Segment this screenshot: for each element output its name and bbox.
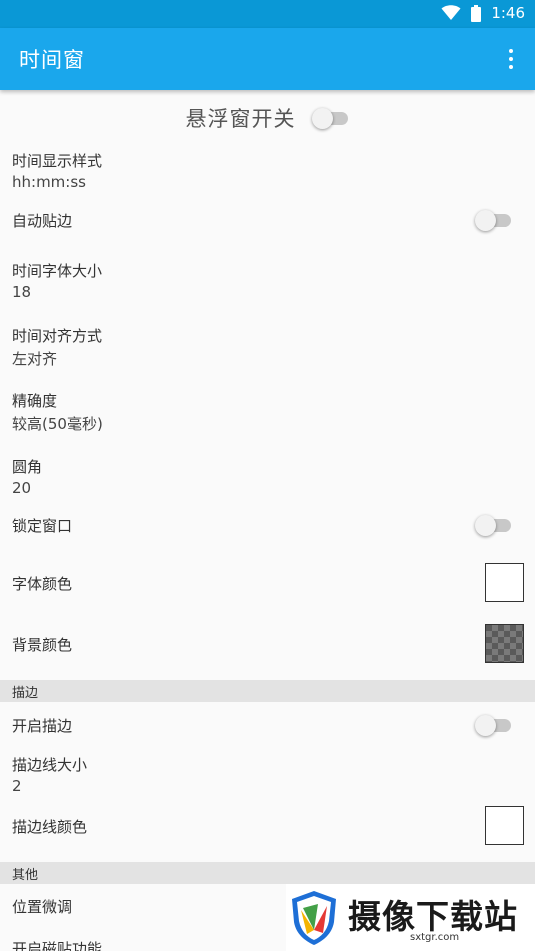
pref-value: 20 [12,479,32,497]
pref-time-style[interactable]: 时间显示样式 hh:mm:ss [0,146,535,198]
pref-stroke-color[interactable]: 描边线颜色 [0,803,535,849]
floating-window-switch[interactable] [311,107,350,129]
pref-bg-color[interactable]: 背景颜色 [0,621,535,667]
pref-title: 开启描边 [12,717,73,735]
status-icons: 1:46 [441,4,525,22]
section-header-stroke: 描边 [0,680,535,702]
app-bar: 时间窗 [0,28,535,90]
battery-icon [471,4,482,22]
watermark-logo: 摄像下载站 sxtgr.com [286,884,535,951]
floating-window-toggle-label: 悬浮窗开关 [185,107,296,131]
shield-logo-icon [292,891,336,945]
pref-title: 描边线大小 [12,756,88,774]
floating-window-toggle-row[interactable]: 悬浮窗开关 [0,98,535,138]
enable-stroke-switch[interactable] [475,714,513,736]
font-color-swatch[interactable] [485,563,524,602]
watermark-text: 摄像下载站 [348,897,518,936]
section-header-other: 其他 [0,862,535,884]
more-vert-icon[interactable] [499,46,523,72]
pref-auto-snap[interactable]: 自动贴边 [0,205,535,235]
pref-font-size[interactable]: 时间字体大小 18 [0,256,535,308]
auto-snap-switch[interactable] [475,209,513,231]
pref-lock-window[interactable]: 锁定窗口 [0,510,535,540]
bg-color-swatch[interactable] [485,624,524,663]
pref-value: 左对齐 [12,350,58,368]
pref-value: 2 [12,777,22,795]
pref-title: 字体颜色 [12,575,73,593]
pref-title: 描边线颜色 [12,818,88,836]
pref-enable-stroke[interactable]: 开启描边 [0,710,535,740]
stroke-color-swatch[interactable] [485,806,524,845]
pref-stroke-width[interactable]: 描边线大小 2 [0,750,535,802]
pref-title: 自动贴边 [12,212,73,230]
pref-title: 时间对齐方式 [12,327,103,345]
pref-value: 较高(50毫秒) [12,415,103,433]
pref-value: 18 [12,283,32,301]
pref-precision[interactable]: 精确度 较高(50毫秒) [0,386,535,438]
pref-title: 精确度 [12,392,58,410]
wifi-icon [441,5,461,20]
pref-title: 圆角 [12,458,43,476]
section-title: 描边 [12,686,39,701]
app-title: 时间窗 [19,48,85,72]
status-time: 1:46 [491,4,525,22]
watermark-url: sxtgr.com [410,932,460,943]
section-title: 其他 [12,868,39,883]
pref-title: 开启磁贴功能 [12,940,103,951]
lock-window-switch[interactable] [475,514,513,536]
pref-title: 时间显示样式 [12,152,103,170]
pref-title: 背景颜色 [12,636,73,654]
status-bar: 1:46 [0,0,535,28]
pref-title: 位置微调 [12,898,73,916]
pref-title: 时间字体大小 [12,262,103,280]
pref-title: 锁定窗口 [12,517,73,535]
pref-value: hh:mm:ss [12,173,86,191]
pref-alignment[interactable]: 时间对齐方式 左对齐 [0,321,535,373]
pref-corner-radius[interactable]: 圆角 20 [0,452,535,504]
pref-font-color[interactable]: 字体颜色 [0,560,535,606]
